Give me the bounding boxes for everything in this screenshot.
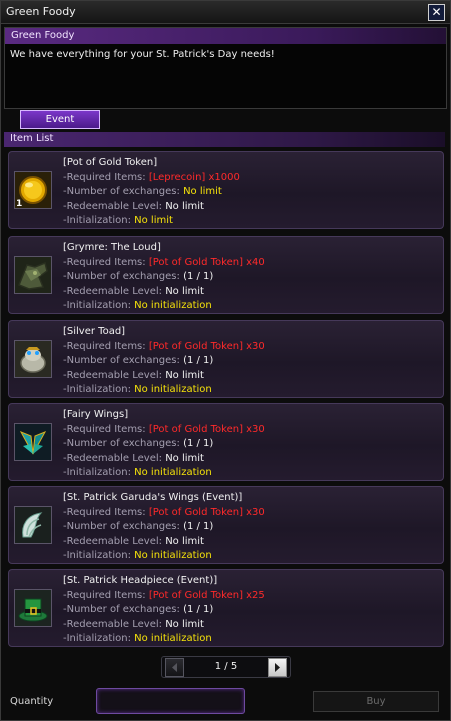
- exchanges-label: -Number of exchanges:: [63, 604, 184, 615]
- title-bar[interactable]: Green Foody ✕: [1, 1, 450, 24]
- init-label: -Initialization:: [63, 215, 135, 226]
- garuda-wings-icon: [14, 506, 52, 544]
- init-value: No initialization: [134, 633, 212, 644]
- npc-name-bar: Green Foody: [5, 28, 446, 44]
- level-label: -Redeemable Level:: [63, 535, 166, 547]
- npc-greeting: We have everything for your St. Patrick'…: [10, 49, 275, 60]
- level-value: No limit: [165, 200, 204, 212]
- init-value: No limit: [134, 215, 173, 226]
- init-value: No initialization: [134, 384, 212, 395]
- level-label: -Redeemable Level:: [63, 618, 166, 630]
- exchanges-label: -Number of exchanges:: [63, 355, 184, 366]
- required-label: -Required Items:: [63, 506, 149, 518]
- close-button[interactable]: ✕: [428, 4, 445, 21]
- list-item[interactable]: [St. Patrick Headpiece (Event)] -Require…: [8, 569, 444, 647]
- required-value: [Pot of Gold Token] x40: [148, 256, 265, 268]
- exchanges-value: (1 / 1): [183, 271, 214, 282]
- level-value: No limit: [165, 618, 204, 630]
- exchanges-label: -Number of exchanges:: [63, 186, 184, 197]
- item-name: [Fairy Wings]: [63, 409, 129, 420]
- required-value: [Pot of Gold Token] x30: [148, 340, 265, 352]
- required-label: -Required Items:: [63, 256, 149, 268]
- list-item[interactable]: [St. Patrick Garuda's Wings (Event)] -Re…: [8, 486, 444, 564]
- level-value: No limit: [165, 285, 204, 297]
- exchanges-value: (1 / 1): [183, 521, 214, 532]
- grymre-icon: [14, 256, 52, 294]
- init-label: -Initialization:: [63, 384, 135, 395]
- init-label: -Initialization:: [63, 633, 135, 644]
- npc-name: Green Foody: [11, 30, 75, 41]
- level-value: No limit: [165, 452, 204, 464]
- required-value: [Pot of Gold Token] x25: [148, 589, 265, 601]
- exchanges-value: (1 / 1): [183, 604, 214, 615]
- required-label: -Required Items:: [63, 423, 149, 435]
- list-item[interactable]: [Grymre: The Loud] -Required Items: [Pot…: [8, 236, 444, 314]
- silver-toad-icon: [14, 340, 52, 378]
- init-value: No initialization: [134, 550, 212, 561]
- required-value: [Pot of Gold Token] x30: [148, 506, 265, 518]
- item-name: [Silver Toad]: [63, 326, 126, 337]
- required-label: -Required Items:: [63, 340, 149, 352]
- tab-event[interactable]: Event: [20, 110, 100, 129]
- exchanges-value: (1 / 1): [183, 355, 214, 366]
- item-name: [St. Patrick Garuda's Wings (Event)]: [63, 492, 243, 503]
- shop-window: Green Foody ✕ Green Foody We have everyt…: [0, 0, 451, 721]
- level-label: -Redeemable Level:: [63, 200, 166, 212]
- list-item[interactable]: 1 [Pot of Gold Token] -Required Items: […: [8, 151, 444, 229]
- level-label: -Redeemable Level:: [63, 452, 166, 464]
- close-icon[interactable]: ✕: [431, 5, 441, 19]
- item-name: [Grymre: The Loud]: [63, 242, 161, 253]
- exchanges-label: -Number of exchanges:: [63, 271, 184, 282]
- required-label: -Required Items:: [63, 589, 149, 601]
- chevron-right-icon[interactable]: [269, 659, 286, 676]
- item-list-title: Item List: [10, 133, 54, 144]
- fairy-wings-icon: [14, 423, 52, 461]
- list-item[interactable]: [Silver Toad] -Required Items: [Pot of G…: [8, 320, 444, 398]
- init-label: -Initialization:: [63, 550, 135, 561]
- required-value: [Pot of Gold Token] x30: [148, 423, 265, 435]
- init-value: No initialization: [134, 300, 212, 311]
- item-name: [Pot of Gold Token]: [63, 157, 158, 168]
- item-list-header: Item List: [4, 132, 445, 147]
- buy-button[interactable]: Buy: [313, 691, 439, 712]
- quantity-label: Quantity: [10, 696, 54, 707]
- npc-dialog: Green Foody We have everything for your …: [4, 27, 447, 109]
- init-value: No initialization: [134, 467, 212, 478]
- list-item[interactable]: [Fairy Wings] -Required Items: [Pot of G…: [8, 403, 444, 481]
- exchanges-value: No limit: [183, 186, 222, 197]
- exchanges-label: -Number of exchanges:: [63, 521, 184, 532]
- pagination: 1 / 5: [161, 656, 291, 678]
- level-label: -Redeemable Level:: [63, 369, 166, 381]
- level-label: -Redeemable Level:: [63, 285, 166, 297]
- quantity-input[interactable]: [96, 688, 245, 714]
- gold-coin-icon: 1: [14, 171, 52, 209]
- window-title: Green Foody: [6, 5, 76, 18]
- level-value: No limit: [165, 369, 204, 381]
- init-label: -Initialization:: [63, 467, 135, 478]
- green-hat-icon: [14, 589, 52, 627]
- required-label: -Required Items:: [63, 171, 149, 183]
- level-value: No limit: [165, 535, 204, 547]
- required-value: [Leprecoin] x1000: [148, 171, 240, 183]
- exchanges-value: (1 / 1): [183, 438, 214, 449]
- init-label: -Initialization:: [63, 300, 135, 311]
- exchanges-label: -Number of exchanges:: [63, 438, 184, 449]
- next-page-button[interactable]: [268, 658, 287, 677]
- item-name: [St. Patrick Headpiece (Event)]: [63, 575, 218, 586]
- item-quantity: 1: [16, 199, 23, 209]
